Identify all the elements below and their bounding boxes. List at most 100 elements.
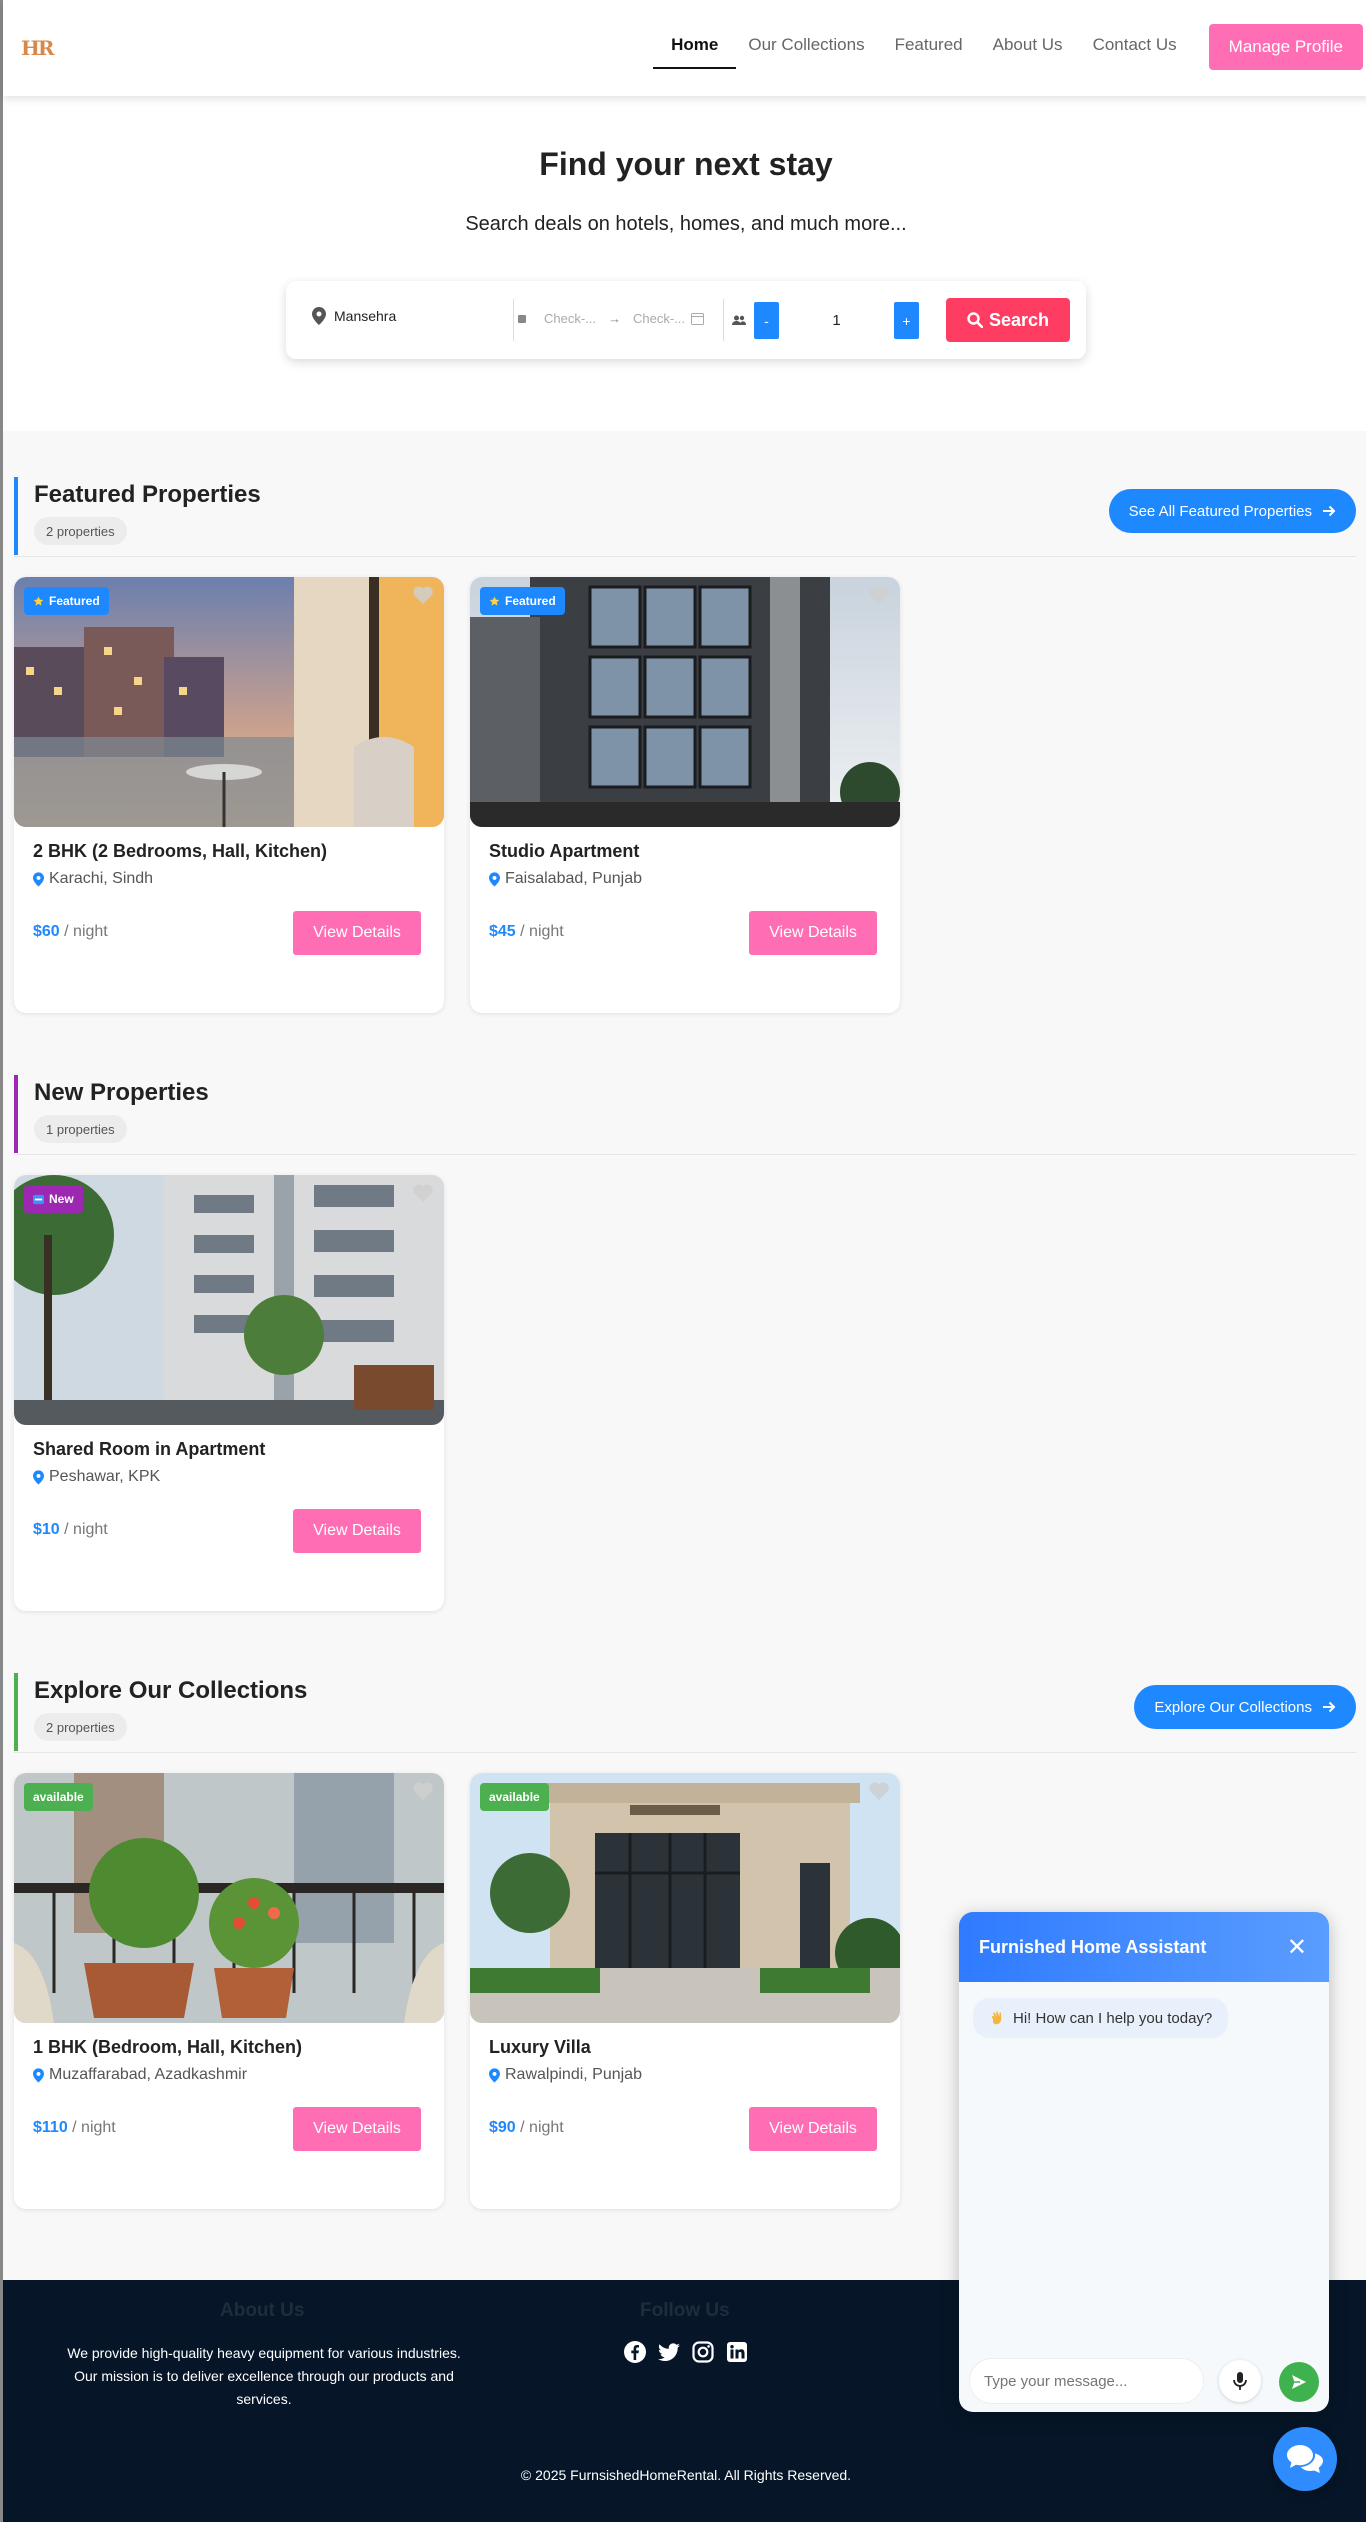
chat-message-bot: Hi! How can I help you today? <box>973 1998 1229 2038</box>
location-pin-icon <box>33 2067 44 2083</box>
property-card[interactable]: available Luxury Villa Rawalpindi, Punja… <box>470 1773 900 2209</box>
chat-title: Furnished Home Assistant <box>979 1937 1207 1957</box>
nav-link-featured[interactable]: Featured <box>895 25 963 69</box>
nav-link-about[interactable]: About Us <box>993 25 1063 69</box>
footer-about-text: We provide high-quality heavy equipment … <box>67 2345 461 2407</box>
guests-increment-button[interactable]: + <box>894 302 919 339</box>
view-details-button[interactable]: View Details <box>749 911 877 955</box>
hero-title: Find your next stay <box>539 146 833 182</box>
send-button[interactable] <box>1279 2362 1319 2402</box>
search-icon <box>967 312 983 328</box>
facebook-icon[interactable] <box>623 2340 647 2364</box>
chat-greeting: Hi! How can I help you today? <box>1013 2009 1213 2027</box>
linkedin-icon[interactable] <box>725 2340 749 2364</box>
view-details-button[interactable]: View Details <box>749 2107 877 2151</box>
location-text: Rawalpindi, Punjab <box>505 2066 642 2083</box>
heart-icon[interactable] <box>868 585 890 605</box>
price-unit: / night <box>59 1521 108 1538</box>
heart-icon[interactable] <box>412 585 434 605</box>
price-unit: / night <box>515 923 564 940</box>
price-value: $45 <box>489 923 516 940</box>
location-text: Faisalabad, Punjab <box>505 870 642 887</box>
view-details-button[interactable]: View Details <box>293 2107 421 2151</box>
property-title[interactable]: 2 BHK (2 Bedrooms, Hall, Kitchen) <box>33 841 327 862</box>
chat-widget: Furnished Home Assistant ✕ Hi! How can I… <box>959 1912 1329 2412</box>
checkin-field[interactable]: Check-... <box>544 311 596 326</box>
location-text: Karachi, Sindh <box>49 870 154 887</box>
chat-message-input[interactable] <box>969 2358 1204 2404</box>
users-icon <box>732 315 746 325</box>
microphone-button[interactable] <box>1219 2360 1261 2402</box>
property-price: $110 / night <box>33 2119 116 2137</box>
property-title[interactable]: Luxury Villa <box>489 2037 591 2058</box>
heart-icon[interactable] <box>412 1183 434 1203</box>
guests-input[interactable]: 1 <box>779 312 894 329</box>
hero-subtitle: Search deals on hotels, homes, and much … <box>465 213 907 235</box>
date-range-field[interactable]: Check-... → Check-... <box>518 311 705 326</box>
close-icon[interactable]: ✕ <box>1287 1933 1307 1962</box>
location-text: Peshawar, KPK <box>49 1468 161 1485</box>
hero-section: Find your next stay Search deals on hote… <box>3 96 1366 431</box>
property-location: Muzaffarabad, Azadkashmir <box>33 2066 247 2084</box>
chat-header: Furnished Home Assistant ✕ <box>959 1912 1329 1982</box>
calendar-icon[interactable] <box>691 312 705 325</box>
property-location: Faisalabad, Punjab <box>489 870 642 888</box>
see-all-featured-label: See All Featured Properties <box>1128 502 1312 520</box>
new-title: New Properties <box>34 1079 209 1106</box>
property-card[interactable]: available 1 BHK (Bedroom, Hall, Kitchen)… <box>14 1773 444 2209</box>
location-pin-icon <box>312 307 326 325</box>
nav-link-collections[interactable]: Our Collections <box>748 25 864 69</box>
property-price: $10 / night <box>33 1521 108 1539</box>
search-bar: Mansehra Check-... → Check-... - 1 + Sea… <box>286 281 1086 359</box>
location-pin-icon <box>33 871 44 887</box>
arrow-right-icon: → <box>608 311 622 326</box>
property-price: $45 / night <box>489 923 564 941</box>
property-location: Peshawar, KPK <box>33 1468 160 1486</box>
property-price: $90 / night <box>489 2119 564 2137</box>
nav-link-contact[interactable]: Contact Us <box>1093 25 1177 69</box>
explore-collections-button[interactable]: Explore Our Collections <box>1134 1685 1356 1729</box>
twitter-icon[interactable] <box>657 2340 681 2364</box>
heart-icon[interactable] <box>412 1781 434 1801</box>
new-badge: New <box>24 1185 83 1213</box>
heart-icon[interactable] <box>868 1781 890 1801</box>
nav-link-home[interactable]: Home <box>653 25 737 69</box>
logo[interactable]: HR <box>21 36 55 60</box>
see-all-featured-button[interactable]: See All Featured Properties <box>1108 489 1356 533</box>
price-unit: / night <box>67 2119 116 2136</box>
price-unit: / night <box>59 923 108 940</box>
badge-label: Featured <box>49 594 100 608</box>
property-title[interactable]: Shared Room in Apartment <box>33 1439 265 1460</box>
property-card[interactable]: New Shared Room in Apartment Peshawar, K… <box>14 1175 444 1611</box>
badge-label: New <box>49 1192 74 1206</box>
property-title[interactable]: 1 BHK (Bedroom, Hall, Kitchen) <box>33 2037 302 2058</box>
search-label: Search <box>988 309 1050 330</box>
price-value: $10 <box>33 1521 60 1538</box>
view-details-button[interactable]: View Details <box>293 1509 421 1553</box>
footer-copyright: © 2025 FurnsishedHomeRental. All Rights … <box>520 2467 852 2483</box>
guests-decrement-button[interactable]: - <box>754 302 779 339</box>
manage-profile-button[interactable]: Manage Profile <box>1208 24 1363 70</box>
collections-title: Explore Our Collections <box>34 1677 308 1704</box>
instagram-icon[interactable] <box>691 2340 715 2364</box>
chat-toggle-button[interactable] <box>1273 2427 1337 2491</box>
new-icon <box>33 1194 44 1204</box>
explore-collections-label: Explore Our Collections <box>1154 1698 1312 1716</box>
nav-links: Home Our Collections Featured About Us C… <box>653 24 1363 70</box>
featured-count-badge: 2 properties <box>34 517 127 545</box>
new-section-header: New Properties 1 properties <box>14 1075 1356 1155</box>
divider <box>513 299 514 341</box>
price-value: $110 <box>33 2119 68 2136</box>
view-details-button[interactable]: View Details <box>293 911 421 955</box>
microphone-icon <box>1233 2372 1247 2390</box>
search-button[interactable]: Search <box>946 298 1070 342</box>
calendar-small-icon <box>518 314 526 323</box>
location-field[interactable]: Mansehra <box>312 307 396 325</box>
checkout-field[interactable]: Check-... <box>633 311 685 326</box>
property-card[interactable]: Featured Studio Apartment Faisalabad, Pu… <box>470 577 900 1013</box>
new-count-badge: 1 properties <box>34 1115 127 1143</box>
property-card[interactable]: Featured 2 BHK (2 Bedrooms, Hall, Kitche… <box>14 577 444 1013</box>
property-price: $60 / night <box>33 923 108 941</box>
section-accent-bar <box>14 477 18 555</box>
property-title[interactable]: Studio Apartment <box>489 841 639 862</box>
